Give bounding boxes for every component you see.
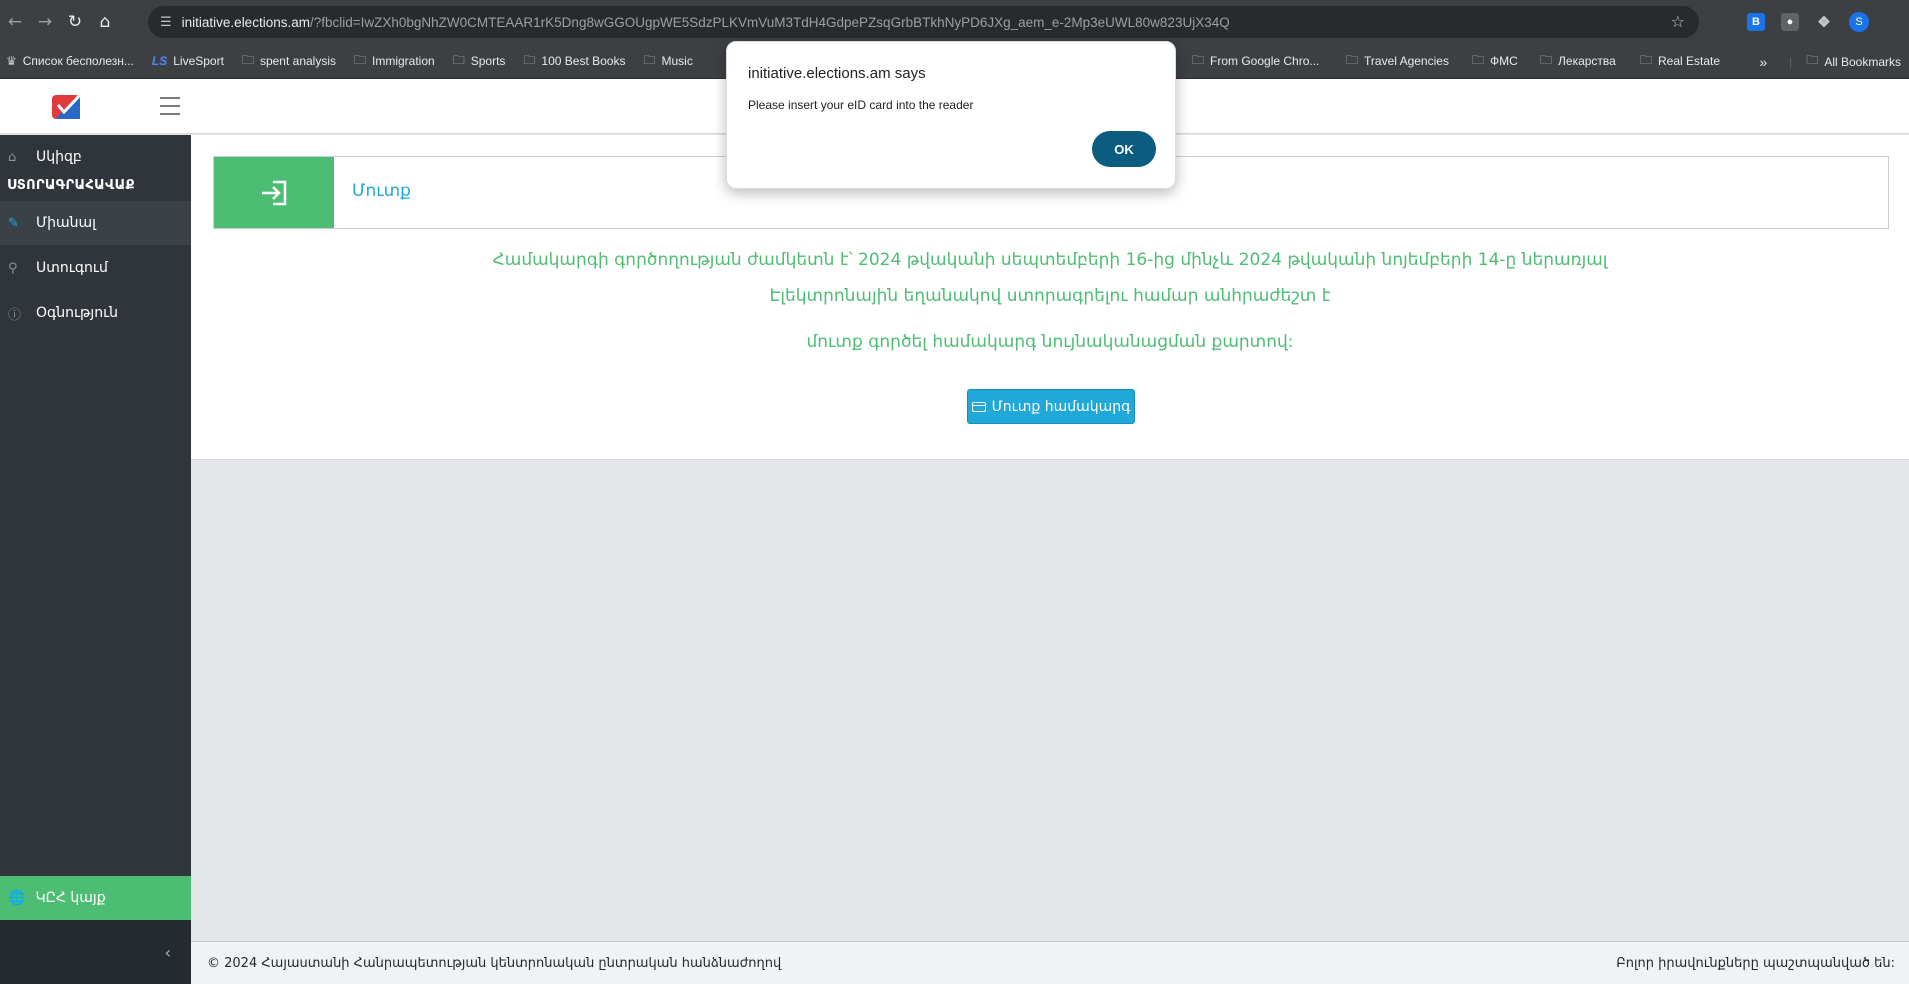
dialog-message: Please insert your eID card into the rea… [748,98,974,112]
cec-logo-icon[interactable] [52,93,82,119]
folder-icon: 🗀 [1640,52,1653,67]
footer-copyright: © 2024 Հայաստանի Հանրապետության կենտրոնա… [207,955,782,971]
folder-icon: 🗀 [1192,52,1205,67]
extension-icon[interactable]: ● [1781,13,1799,31]
sidebar-item-help[interactable]: ⓘ Օգնություն [0,291,191,335]
cec-site-link[interactable]: 🌐 ԿԸՀ կայք [0,876,191,920]
bookmark-folder[interactable]: 🗀 100 Best Books [523,51,625,72]
folder-icon: 🗀 [1806,53,1819,67]
folder-icon: 🗀 [1540,52,1553,67]
more-bookmarks-chevron-icon[interactable]: » [1759,54,1767,70]
folder-icon: 🗀 [354,52,367,67]
bookmark-folder[interactable]: 🗀 spent analysis [242,51,336,72]
folder-icon: 🗀 [1346,52,1359,67]
id-card-icon [971,401,986,412]
footer-rights: Բոլոր իրավունքները պաշտպանված են: [1616,955,1895,971]
footer: © 2024 Հայաստանի Հանրապետության կենտրոնա… [191,941,1909,984]
sidebar-item-check[interactable]: ⚲ Ստուգում [0,246,191,290]
alert-dialog: initiative.elections.am says Please inse… [726,41,1176,189]
edit-icon: ✎ [8,215,19,231]
url-host: initiative.elections.am [181,14,310,30]
profile-avatar[interactable]: S [1849,12,1869,32]
reload-button[interactable]: ↻ [60,7,90,37]
url-path: /?fbclid=IwZXh0bgNhZW0CMTEAAR1rK5Dng8wGG… [309,14,1230,30]
folder-icon: 🗀 [1472,52,1485,67]
sidebar-item-join[interactable]: ✎ Միանալ [0,201,191,245]
bookmark-folder[interactable]: 🗀 ФМС [1472,51,1518,72]
all-bookmarks-link[interactable]: All Bookmarks [1824,55,1901,69]
bookmark-folder[interactable]: 🗀 Real Estate [1640,51,1720,72]
bookmark-folder[interactable]: 🗀 From Google Chro... [1192,51,1319,72]
sidebar-minimize-button[interactable]: ‹ [0,920,191,984]
menu-toggle-icon[interactable] [160,97,180,115]
bookmark-item[interactable]: LS LiveSport [152,54,224,68]
login-system-button[interactable]: Մուտք համակարգ [967,389,1135,424]
address-bar[interactable]: ☰ initiative.elections.am/?fbclid=IwZXh0… [148,6,1699,38]
chevron-left-icon: ‹ [164,942,171,962]
site-icon: ♛ [6,54,17,68]
login-instruction: մուտք գործել համակարգ նույնականացման քար… [806,332,1294,352]
folder-icon: 🗀 [241,52,254,67]
forward-button[interactable]: → [30,7,60,37]
extensions-puzzle-icon[interactable]: ❖ [1815,13,1833,31]
ok-button[interactable]: OK [1092,131,1156,167]
bookmark-folder[interactable]: 🗀 Travel Agencies [1346,51,1449,72]
info-icon: ⓘ [8,307,22,323]
sidebar: ⌂ Սկիզբ ՍՏՈՐԱԳՐԱՀԱՎԱՔ ✎ Միանալ ⚲ Ստուգու… [0,135,191,984]
login-card-label: Մուտք [352,181,411,201]
period-notice: Համակարգի գործողության ժամկետն է՝ 2024 թ… [492,250,1608,270]
bookmark-folder[interactable]: 🗀 Лекарства [1540,51,1616,72]
folder-icon: 🗀 [643,52,656,67]
dialog-title: initiative.elections.am says [748,65,926,82]
livesport-icon: LS [151,54,168,68]
sidebar-section-title: ՍՏՈՐԱԳՐԱՀԱՎԱՔ [7,178,135,193]
bookmark-folder[interactable]: 🗀 Music [643,51,692,72]
bookmark-folder[interactable]: 🗀 Immigration [354,51,435,72]
folder-icon: 🗀 [523,52,536,67]
back-button[interactable]: ← [0,7,30,37]
extension-b-icon[interactable]: B [1747,13,1765,31]
sign-in-icon [214,157,334,228]
home-icon: ⌂ [8,149,17,165]
home-button[interactable]: ⌂ [90,7,120,37]
bookmark-star-icon[interactable]: ☆ [1671,12,1685,31]
bookmarks-divider: | [1789,54,1793,69]
site-info-icon[interactable]: ☰ [160,15,172,30]
sidebar-item-home[interactable]: ⌂ Սկիզբ [0,135,191,179]
bookmark-folder[interactable]: 🗀 Sports [453,51,506,72]
page: ⌂ Սկիզբ ՍՏՈՐԱԳՐԱՀԱՎԱՔ ✎ Միանալ ⚲ Ստուգու… [0,79,1909,984]
globe-icon: 🌐 [8,890,26,906]
folder-icon: 🗀 [452,52,465,67]
browser-toolbar: ← → ↻ ⌂ ☰ initiative.elections.am/?fbcli… [0,0,1909,44]
signing-notice: Էլեկտրոնային եղանակով ստորագրելու համար … [769,286,1331,306]
bookmark-item[interactable]: ♛ Список бесполезн... [6,54,134,68]
key-icon: ⚲ [8,260,18,276]
